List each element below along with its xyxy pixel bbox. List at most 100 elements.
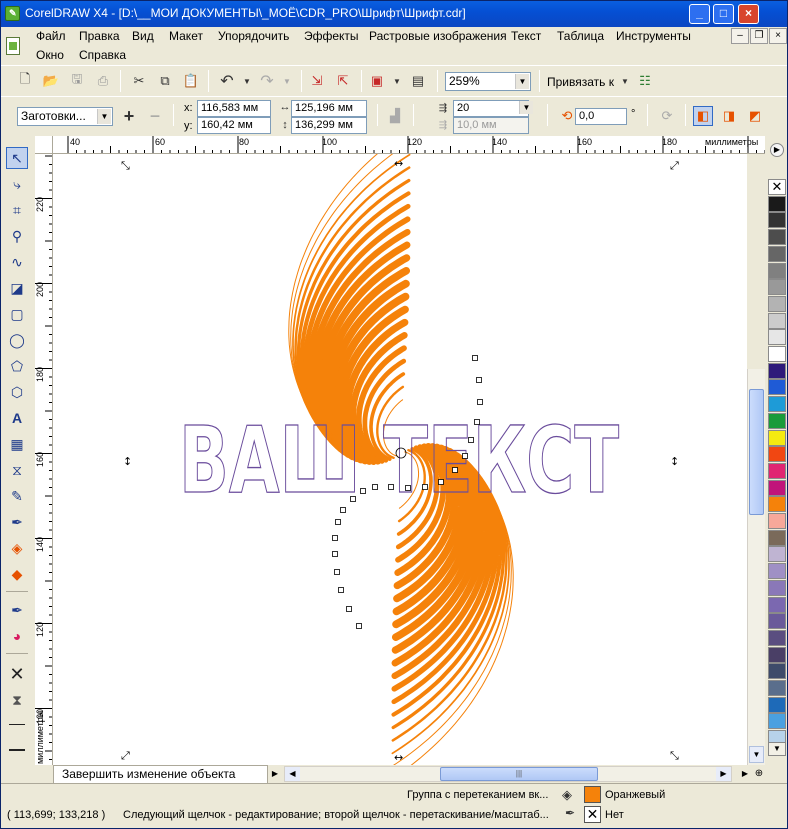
no-color-swatch-icon[interactable]: ✕ [768,179,786,195]
save-icon[interactable]: 🖫 [67,71,87,91]
menu-effects[interactable]: Эффекты [304,29,359,43]
palette-swatch[interactable] [768,563,786,580]
blend-artwork[interactable]: ВАШ ТЕКСТ ⤡ ⤢ ↔ ↕ ↕ ⤢ ⤡ ↔ [53,154,747,765]
menu-table[interactable]: Таблица [557,29,604,43]
export-icon[interactable]: ⇱ [333,71,353,91]
palette-swatch[interactable] [768,496,786,513]
welcome-screen-icon[interactable]: ▤ [408,71,428,91]
eyedropper-tool-icon[interactable]: ✎ [6,485,28,507]
palette-swatch[interactable] [768,579,786,596]
outline-pen-icon[interactable]: ✒ [6,599,28,621]
fill-color-swatch[interactable] [584,786,601,803]
fill-tool-icon[interactable]: ◈ [6,537,28,559]
vertical-ruler[interactable]: 220 200 180 160 140 120 100 миллиметры [35,154,53,765]
path-node[interactable] [356,623,362,629]
cut-icon[interactable]: ✂ [129,71,149,91]
path-node[interactable] [438,479,444,485]
outlined-text[interactable]: ВАШ ТЕКСТ [178,406,619,514]
palette-swatch[interactable] [768,195,786,212]
pick-tool-icon[interactable]: ↖ [6,147,28,169]
steps-dropdown-icon[interactable]: ▼ [519,101,533,114]
remove-preset-icon[interactable]: − [145,106,165,126]
undo-dropdown-icon[interactable]: ▼ [237,71,257,91]
scroll-left-icon[interactable]: ◀ [285,767,300,781]
palette-swatch[interactable] [768,262,786,279]
interactive-fill-tool-icon[interactable]: ◆ [6,563,28,585]
path-node[interactable] [332,551,338,557]
palette-swatch[interactable] [768,312,786,329]
outline-none-swatch[interactable]: ✕ [584,806,601,823]
palette-swatch[interactable] [768,713,786,730]
height-input[interactable]: 136,299 мм [291,117,367,134]
ruler-corner[interactable] [35,136,53,154]
zoom-tool-icon[interactable]: ⚲ [6,225,28,247]
snap-to-label[interactable]: Привязать к [547,75,614,89]
palette-swatch[interactable] [768,613,786,630]
maximize-button[interactable]: □ [713,4,734,24]
doc-close-button[interactable]: × [769,28,787,44]
add-preset-icon[interactable]: + [119,106,139,126]
undo-icon[interactable]: ↶ [217,71,237,91]
scroll-right-icon[interactable]: ▶ [716,767,731,781]
launcher-dropdown-icon[interactable]: ▼ [387,71,407,91]
palette-swatch[interactable] [768,596,786,613]
page-tab[interactable]: Завершить изменение объекта [53,765,268,783]
navigator-icon[interactable]: ⊕ [753,766,765,782]
options-icon[interactable]: ☷ [635,71,655,91]
document-icon[interactable] [6,37,20,55]
color-wheel-icon[interactable]: ◕ [6,625,28,647]
menu-tools[interactable]: Инструменты [616,29,691,43]
palette-swatch[interactable] [768,446,786,463]
menu-arrange[interactable]: Упорядочить [218,29,289,43]
palette-swatch[interactable] [768,546,786,563]
palette-swatch[interactable] [768,245,786,262]
path-node[interactable] [335,519,341,525]
path-node[interactable] [468,437,474,443]
menu-file[interactable]: Файл [36,29,66,43]
path-node[interactable] [474,419,480,425]
open-icon[interactable]: 📂 [41,71,61,91]
palette-swatch[interactable] [768,346,786,362]
palette-swatch[interactable] [768,663,786,680]
menu-window[interactable]: Окно [36,48,64,62]
path-node[interactable] [334,569,340,575]
path-node[interactable] [452,467,458,473]
no-fill-icon[interactable]: ✕ [6,663,28,685]
loop-blend-icon[interactable]: ⟳ [657,106,677,126]
path-node[interactable] [338,587,344,593]
menu-text[interactable]: Текст [511,29,541,43]
outline-tool-icon[interactable]: ✒ [6,511,28,533]
minimize-button[interactable]: _ [689,4,710,24]
palette-swatch[interactable] [768,362,786,379]
palette-swatch[interactable] [768,379,786,396]
close-button[interactable]: × [738,4,759,24]
hourglass-icon[interactable]: ⧗ [6,689,28,711]
menu-bitmaps[interactable]: Растровые изображения [369,29,507,43]
y-position-input[interactable]: 160,42 мм [197,117,271,134]
path-node[interactable] [332,535,338,541]
palette-swatch[interactable] [768,462,786,479]
drawing-canvas[interactable]: ВАШ ТЕКСТ ⤡ ⤢ ↔ ↕ ↕ ⤢ ⤡ ↔ [53,154,747,765]
path-node[interactable] [472,355,478,361]
width-input[interactable]: 125,196 мм [291,100,367,117]
path-node[interactable] [340,507,346,513]
clockwise-blend-icon[interactable]: ◨ [719,106,739,126]
blend-direction-input[interactable]: 0,0 [575,108,627,125]
zoom-dropdown-icon[interactable]: ▼ [515,74,529,89]
blend-steps-mode-icon[interactable]: ▟ [385,106,405,126]
menu-layout[interactable]: Макет [169,29,203,43]
basic-shapes-tool-icon[interactable]: ⬡ [6,381,28,403]
h-scroll-track[interactable]: ◀ ||| ▶ [284,766,732,782]
tab-scroll-icon[interactable]: ▶ [268,767,282,781]
path-node[interactable] [462,453,468,459]
redo-dropdown-icon[interactable]: ▼ [277,71,297,91]
preset-dropdown-icon[interactable]: ▼ [97,109,111,124]
x-position-input[interactable]: 116,583 мм [197,100,271,117]
palette-swatch[interactable] [768,396,786,413]
redo-icon[interactable]: ↷ [257,71,277,91]
h-scroll-thumb[interactable]: ||| [440,767,598,781]
palette-scroll-down-icon[interactable]: ▼ [768,742,786,756]
palette-swatch[interactable] [768,295,786,312]
doc-restore-button[interactable]: ❐ [750,28,768,44]
menu-view[interactable]: Вид [132,29,154,43]
